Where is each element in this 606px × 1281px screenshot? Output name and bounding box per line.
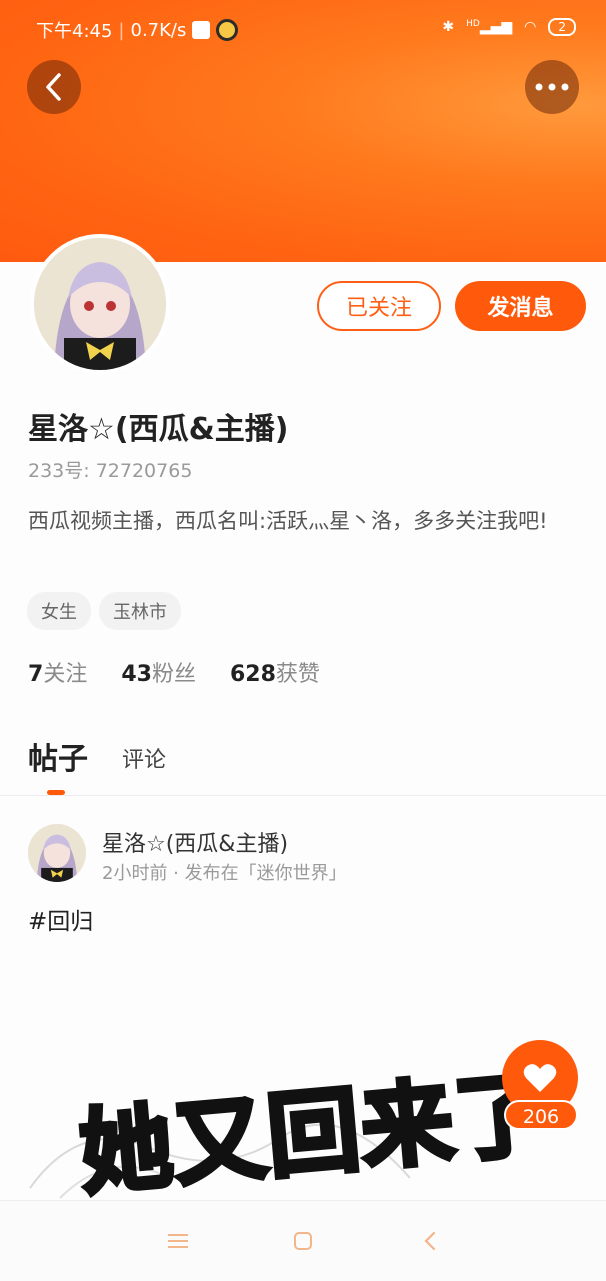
user-id: 233号: 72720765 xyxy=(28,460,193,482)
followed-button[interactable]: 已关注 xyxy=(317,281,441,331)
status-bar: 下午4:45 | 0.7K/s ✱ HD▂▄▆ ◠ 2 xyxy=(0,0,606,56)
avatar[interactable] xyxy=(30,234,170,374)
tab-comments[interactable]: 评论 xyxy=(122,742,166,778)
status-speed: 0.7K/s xyxy=(130,19,187,41)
divider xyxy=(0,795,606,796)
profile-tags: 女生 玉林市 xyxy=(27,592,181,630)
tab-posts[interactable]: 帖子 xyxy=(28,734,88,795)
nav-back-icon xyxy=(424,1231,436,1251)
post-author-avatar[interactable] xyxy=(28,824,86,882)
profile-name: 星洛☆(西瓜&主播) xyxy=(28,412,289,447)
tag-location: 玉林市 xyxy=(99,592,181,630)
likes-stat: 628获赞 xyxy=(229,662,320,687)
app-notification-icon xyxy=(216,19,239,41)
more-dots-icon xyxy=(535,83,569,91)
post-author-name[interactable]: 星洛☆(西瓜&主播) xyxy=(102,826,288,858)
chevron-left-icon xyxy=(46,73,61,101)
system-nav-bar xyxy=(0,1200,606,1281)
like-count: 206 xyxy=(504,1100,578,1130)
profile-stats: 7关注 43粉丝 628获赞 xyxy=(28,656,320,688)
nav-back-button[interactable] xyxy=(416,1227,444,1255)
heart-icon xyxy=(523,1064,557,1092)
nav-menu-button[interactable] xyxy=(164,1227,192,1255)
following-stat[interactable]: 7关注 xyxy=(28,656,87,688)
tag-gender: 女生 xyxy=(27,592,91,630)
status-time: 下午4:45 xyxy=(36,21,113,42)
notification-icon xyxy=(192,21,211,39)
more-button[interactable] xyxy=(525,60,579,114)
back-button[interactable] xyxy=(27,60,81,114)
post-meta: 2小时前 · 发布在「迷你世界」 xyxy=(102,863,347,884)
avatar-image xyxy=(34,238,166,370)
overlay-caption: 她又回来了 xyxy=(73,1057,556,1210)
battery-icon: 2 xyxy=(548,18,576,36)
menu-icon xyxy=(168,1234,188,1248)
content-tabs: 帖子 评论 xyxy=(28,734,166,795)
bluetooth-icon: ✱ xyxy=(442,19,455,35)
signal-icon: HD▂▄▆ xyxy=(466,19,513,35)
send-message-button[interactable]: 发消息 xyxy=(455,281,586,331)
nav-home-button[interactable] xyxy=(289,1227,317,1255)
wifi-icon: ◠ xyxy=(524,19,537,35)
fans-stat[interactable]: 43粉丝 xyxy=(121,656,196,688)
post-text[interactable]: #回归 xyxy=(28,902,93,936)
profile-bio: 西瓜视频主播，西瓜名叫:活跃灬星丶洛，多多关注我吧! xyxy=(28,509,548,533)
home-square-icon xyxy=(294,1232,312,1250)
